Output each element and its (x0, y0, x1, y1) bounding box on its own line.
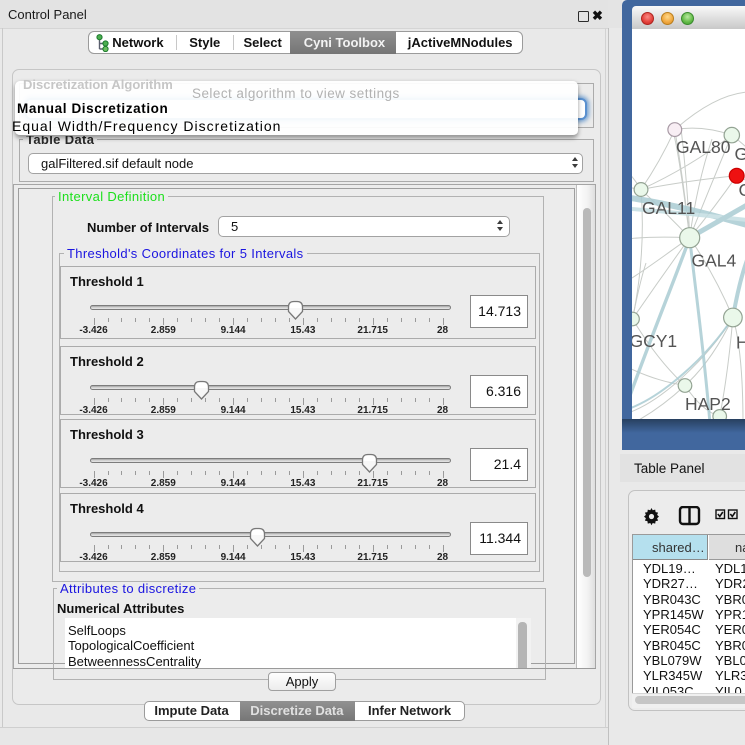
svg-text:G.: G. (735, 144, 745, 164)
svg-text:C: C (739, 180, 745, 200)
svg-text:GAL4: GAL4 (692, 251, 737, 271)
svg-text:GAL11: GAL11 (642, 198, 695, 218)
svg-text:GAL80: GAL80 (676, 137, 731, 157)
svg-text:H: H (736, 333, 745, 353)
svg-text:HAP2: HAP2 (685, 394, 731, 414)
svg-text:GCY1: GCY1 (632, 331, 677, 351)
